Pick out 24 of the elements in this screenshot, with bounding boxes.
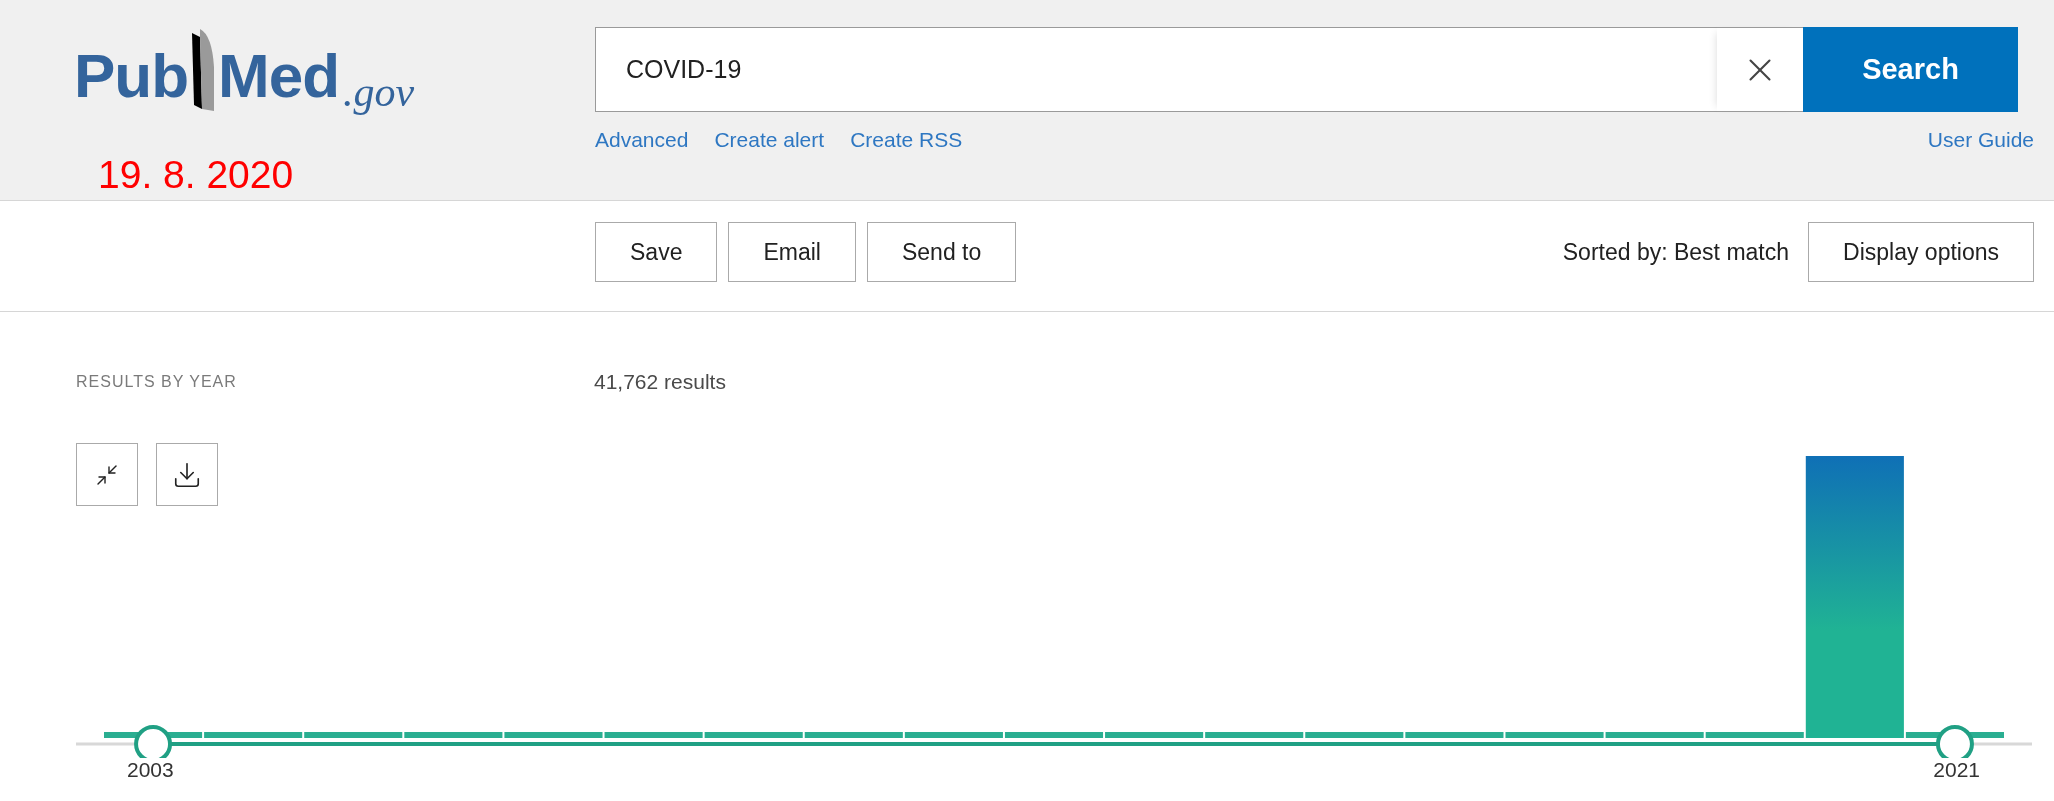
range-handle[interactable] [1935, 725, 1974, 758]
section-heading: RESULTS BY YEAR [76, 373, 238, 391]
logo-text: Med [218, 45, 340, 107]
action-button[interactable]: Send to [866, 222, 1017, 282]
year-label: 2003 [127, 758, 174, 782]
header-link[interactable]: Create alert [714, 128, 825, 152]
download-button[interactable] [156, 443, 218, 506]
logo-text: .gov [343, 71, 415, 113]
year-label: 2021 [1933, 758, 1980, 782]
logo-text: Pub [74, 45, 189, 107]
result-count: 41,762 results [594, 370, 726, 394]
search-button[interactable]: Search [1803, 27, 2018, 112]
user-guide-link[interactable]: User Guide [1927, 128, 2034, 152]
clear-button[interactable] [1717, 27, 1803, 112]
date-text: 19. 8. 2020 [98, 155, 295, 194]
action-button[interactable]: Save [595, 222, 718, 282]
action-button[interactable]: Email [728, 222, 856, 282]
collapse-button[interactable] [76, 443, 138, 506]
header-link[interactable]: Advanced [595, 128, 689, 152]
header-link[interactable]: Create RSS [850, 128, 963, 152]
sort-label[interactable]: Sorted by: Best match [1562, 238, 1790, 266]
display-options-button[interactable]: Display options [1808, 222, 2034, 282]
search-field[interactable]: COVID-19 [595, 27, 1717, 112]
range-handle[interactable] [134, 725, 173, 758]
